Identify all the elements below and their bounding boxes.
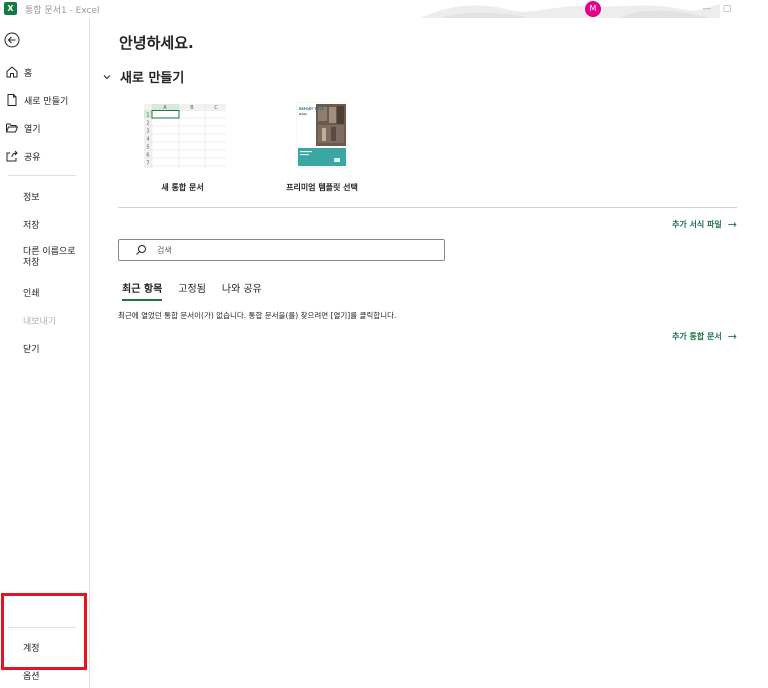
excel-app-icon: X xyxy=(4,2,17,15)
share-icon xyxy=(6,150,18,162)
sidebar-item-open[interactable]: 열기 xyxy=(0,116,89,140)
sidebar-item-label: 인쇄 xyxy=(23,288,40,299)
sidebar-item-label: 닫기 xyxy=(23,344,40,355)
search-box[interactable] xyxy=(118,239,445,261)
sidebar-item-label: 정보 xyxy=(23,192,40,203)
sidebar-item-export: 내보내기 xyxy=(0,308,89,332)
sidebar-item-label: 열기 xyxy=(24,124,41,135)
sidebar-item-info[interactable]: 정보 xyxy=(0,184,89,208)
highlight-annotation-box xyxy=(1,593,87,670)
chevron-down-icon xyxy=(103,74,111,79)
sidebar-item-home[interactable]: 홈 xyxy=(0,60,89,84)
new-document-icon xyxy=(7,94,17,106)
window-title: 통합 문서1 - Excel xyxy=(25,6,100,16)
blank-workbook-thumbnail: A B C 1 2 3 4 5 6 7 xyxy=(139,102,226,168)
sidebar-item-new[interactable]: 새로 만들기 xyxy=(0,88,89,112)
back-arrow-icon[interactable] xyxy=(4,32,20,48)
report-template-thumbnail: REPORT TITLE Date xyxy=(295,101,349,169)
user-avatar[interactable]: M xyxy=(585,1,601,17)
row-header-label: 7 xyxy=(146,161,149,167)
column-header-label: C xyxy=(214,105,218,111)
search-icon xyxy=(136,245,146,255)
new-section-header[interactable]: 새로 만들기 xyxy=(102,67,184,86)
row-header-label: 2 xyxy=(146,121,149,127)
folder-open-icon xyxy=(6,123,19,133)
new-section-title: 새로 만들기 xyxy=(120,71,185,86)
blank-workbook-label: 새 통합 문서 xyxy=(161,183,204,192)
title-bar-decoration xyxy=(420,4,720,18)
sidebar-item-label: 새로 만들기 xyxy=(24,96,69,107)
row-header-label: 5 xyxy=(146,145,149,151)
title-bar: X 통합 문서1 - Excel M — ▢ xyxy=(0,0,768,18)
backstage-sidebar: 홈 새로 만들기 열기 공유 정보 저장 다른 이름으로 저장 인쇄 내보내기 … xyxy=(0,18,90,688)
column-header-label: A xyxy=(163,105,167,111)
sidebar-item-save-as[interactable]: 다른 이름으로 저장 xyxy=(0,244,89,272)
sidebar-divider xyxy=(8,175,76,176)
tab-shared-with-me[interactable]: 나와 공유 xyxy=(222,280,262,301)
no-recent-message: 최근에 열었던 통합 문서이(가) 없습니다. 통합 문서을(를) 찾으려면 [… xyxy=(118,311,397,320)
home-icon xyxy=(6,66,18,78)
sidebar-item-label: 공유 xyxy=(24,152,41,163)
section-divider xyxy=(118,207,737,208)
arrow-right-icon: → xyxy=(727,330,737,343)
column-header-label: B xyxy=(190,105,194,111)
row-header-label: 1 xyxy=(146,113,149,119)
sidebar-item-share[interactable]: 공유 xyxy=(0,144,89,168)
row-header-label: 4 xyxy=(146,137,149,143)
search-input[interactable] xyxy=(157,245,437,255)
sidebar-item-label: 다른 이름으로 저장 xyxy=(23,247,76,268)
premium-template-tile[interactable]: REPORT TITLE Date 프리미엄 템플릿 선택 xyxy=(267,101,377,193)
backstage-main: 안녕하세요. 새로 만들기 A B C 1 2 3 4 5 6 7 새 통합 문… xyxy=(90,18,768,688)
more-workbooks-label: 추가 통합 문서 xyxy=(672,332,722,341)
arrow-right-icon: → xyxy=(727,218,737,231)
recent-tabs: 최근 항목 고정됨 나와 공유 xyxy=(122,280,278,301)
restore-button[interactable]: ▢ xyxy=(720,2,734,16)
row-header-label: 3 xyxy=(146,129,149,135)
sidebar-item-label: 옵션 xyxy=(23,671,40,682)
sidebar-item-close[interactable]: 닫기 xyxy=(0,336,89,360)
more-templates-link[interactable]: 추가 서식 파일 → xyxy=(672,218,737,231)
greeting-heading: 안녕하세요. xyxy=(119,34,194,52)
sidebar-item-save[interactable]: 저장 xyxy=(0,212,89,236)
sidebar-item-label: 홈 xyxy=(24,68,33,79)
sidebar-item-label: 저장 xyxy=(23,220,40,231)
report-date-text: Date xyxy=(299,112,307,116)
more-templates-label: 추가 서식 파일 xyxy=(672,220,722,229)
report-title-text: REPORT TITLE xyxy=(299,107,324,111)
sidebar-item-print[interactable]: 인쇄 xyxy=(0,280,89,304)
premium-template-label: 프리미엄 템플릿 선택 xyxy=(286,183,358,192)
blank-workbook-tile[interactable]: A B C 1 2 3 4 5 6 7 새 통합 문서 xyxy=(135,102,230,193)
tab-recent[interactable]: 최근 항목 xyxy=(122,280,163,301)
sidebar-item-label: 내보내기 xyxy=(23,316,57,327)
more-workbooks-link[interactable]: 추가 통합 문서 → xyxy=(672,330,737,343)
tab-pinned[interactable]: 고정됨 xyxy=(178,280,206,301)
row-header-label: 6 xyxy=(146,153,149,159)
minimize-button[interactable]: — xyxy=(700,2,714,16)
